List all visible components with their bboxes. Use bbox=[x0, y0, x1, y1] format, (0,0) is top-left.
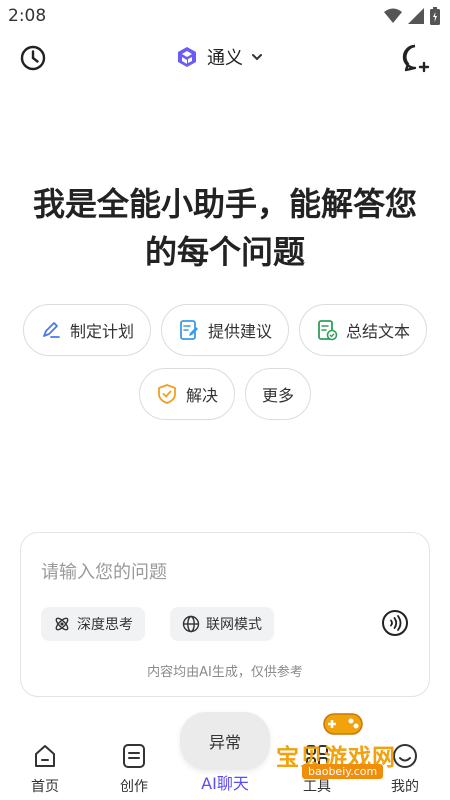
chip-solve[interactable]: 解决 bbox=[138, 368, 235, 420]
document-check-icon bbox=[318, 320, 338, 341]
chip-more[interactable]: 更多 bbox=[245, 368, 312, 420]
nav-home[interactable]: 首页 bbox=[10, 742, 80, 796]
atom-icon bbox=[55, 617, 69, 631]
ai-disclaimer: 内容均由AI生成，仅供参考 bbox=[147, 665, 303, 680]
hero-line-1: 我是全能小助手，能解答您 bbox=[32, 185, 417, 223]
watermark-url: baobeiy.com bbox=[302, 764, 384, 779]
new-chat-icon[interactable] bbox=[400, 42, 432, 74]
error-toast-text: 异常 bbox=[208, 733, 241, 752]
status-icons bbox=[384, 7, 440, 25]
question-input[interactable] bbox=[41, 557, 401, 587]
hero-line-2: 的每个问题 bbox=[144, 233, 305, 271]
nav-ai-chat[interactable]: AI聊天 bbox=[190, 770, 260, 794]
web-mode-button[interactable]: 联网模式 bbox=[170, 607, 274, 641]
chip-row-2: 解决 更多 bbox=[0, 368, 450, 420]
chip-solve-label: 解决 bbox=[185, 386, 218, 405]
deep-think-label: 深度思考 bbox=[77, 617, 133, 633]
watermark-logo: 宝贝游戏网 baobeiy.com bbox=[272, 708, 422, 788]
voice-input-icon[interactable] bbox=[381, 609, 409, 637]
home-icon bbox=[35, 745, 55, 767]
shield-check-icon bbox=[158, 384, 176, 404]
chip-make-plan[interactable]: 制定计划 bbox=[22, 304, 151, 356]
chip-row-1: 制定计划 提供建议 总结文本 bbox=[0, 304, 450, 356]
suggestion-chips: 制定计划 提供建议 总结文本 解决 更多 bbox=[0, 304, 450, 432]
error-toast: 异常 bbox=[180, 712, 270, 770]
status-time: 2:08 bbox=[8, 6, 47, 26]
globe-icon bbox=[182, 615, 200, 633]
wifi-icon bbox=[384, 8, 402, 23]
chip-give-advice[interactable]: 提供建议 bbox=[160, 304, 289, 356]
chip-summarize-text[interactable]: 总结文本 bbox=[299, 304, 428, 356]
nav-ai-chat-label: AI聊天 bbox=[201, 774, 249, 793]
nav-create[interactable]: 创作 bbox=[99, 742, 169, 796]
battery-icon bbox=[430, 7, 440, 25]
tongyi-logo-icon bbox=[178, 47, 196, 67]
chevron-down-icon bbox=[252, 54, 262, 61]
chip-give-advice-label: 提供建议 bbox=[207, 322, 272, 341]
pen-icon bbox=[43, 322, 60, 338]
chat-input-card: 深度思考 联网模式 内容均由AI生成，仅供参考 bbox=[20, 532, 430, 697]
history-icon[interactable] bbox=[18, 43, 48, 73]
chip-more-label: 更多 bbox=[262, 386, 295, 405]
status-bar: 2:08 bbox=[0, 0, 450, 34]
model-name: 通义 bbox=[207, 48, 243, 69]
document-edit-icon bbox=[180, 320, 198, 340]
model-switcher[interactable]: 通义 bbox=[175, 42, 263, 72]
deep-think-button[interactable]: 深度思考 bbox=[41, 607, 145, 641]
gamepad-icon bbox=[323, 713, 363, 735]
nav-home-label: 首页 bbox=[31, 779, 59, 795]
top-bar: 通义 bbox=[0, 36, 450, 78]
hero-title: 我是全能小助手，能解答您 的每个问题 bbox=[0, 180, 450, 276]
nav-create-label: 创作 bbox=[120, 779, 148, 795]
signal-icon bbox=[408, 8, 424, 24]
document-icon bbox=[123, 744, 145, 768]
web-mode-label: 联网模式 bbox=[206, 617, 262, 633]
chip-make-plan-label: 制定计划 bbox=[69, 322, 134, 341]
chip-summarize-text-label: 总结文本 bbox=[346, 322, 411, 341]
